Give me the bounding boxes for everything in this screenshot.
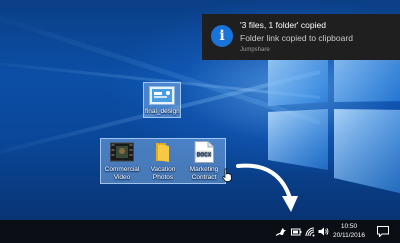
desktop-icon-final-design[interactable]: final_design [143, 82, 181, 118]
hand-cursor-icon [222, 168, 232, 182]
info-icon: i [211, 25, 233, 47]
desktop[interactable]: final_design Commercial Video Vacation P… [0, 0, 400, 220]
notification-title: '3 files, 1 folder' copied [240, 20, 326, 30]
volume-tray-icon[interactable] [316, 220, 330, 243]
folder-icon [156, 143, 169, 162]
docx-badge: DOCX [197, 152, 212, 158]
toast-notification[interactable]: i '3 files, 1 folder' copied Folder link… [202, 14, 400, 60]
wifi-icon [305, 227, 315, 236]
battery-tray-icon[interactable] [289, 220, 303, 243]
icon-label: final_design [145, 108, 180, 115]
desktop-icon-marketing-contract[interactable]: DOCX Marketing Contract [185, 141, 223, 181]
clock[interactable]: 10:50 20/11/2016 [332, 223, 366, 240]
icon-label: Vacation Photos [150, 166, 176, 181]
jumpshare-tray-icon[interactable] [274, 220, 288, 243]
notification-body: Folder link copied to clipboard [240, 33, 353, 43]
taskbar: 10:50 20/11/2016 [0, 220, 400, 243]
desktop-icon-commercial-video[interactable]: Commercial Video [103, 141, 141, 181]
icon-label: Commercial Video [104, 166, 140, 181]
jumpshare-icon [276, 227, 286, 236]
desktop-icon-vacation-photos[interactable]: Vacation Photos [144, 141, 182, 181]
notification-app-name: Jumpshare [240, 47, 270, 53]
video-file-icon [110, 142, 134, 162]
action-center-button[interactable] [372, 220, 394, 243]
battery-icon [290, 228, 301, 235]
wifi-tray-icon[interactable] [303, 220, 317, 243]
notification-icon [377, 226, 389, 237]
volume-icon [318, 227, 328, 236]
clock-time: 10:50 [340, 223, 358, 230]
curved-arrow-icon [236, 163, 298, 212]
docx-file-icon: DOCX [194, 141, 214, 163]
clock-date: 20/11/2016 [332, 231, 366, 239]
icon-label: Marketing Contract [189, 166, 219, 181]
image-file-icon [149, 86, 175, 105]
